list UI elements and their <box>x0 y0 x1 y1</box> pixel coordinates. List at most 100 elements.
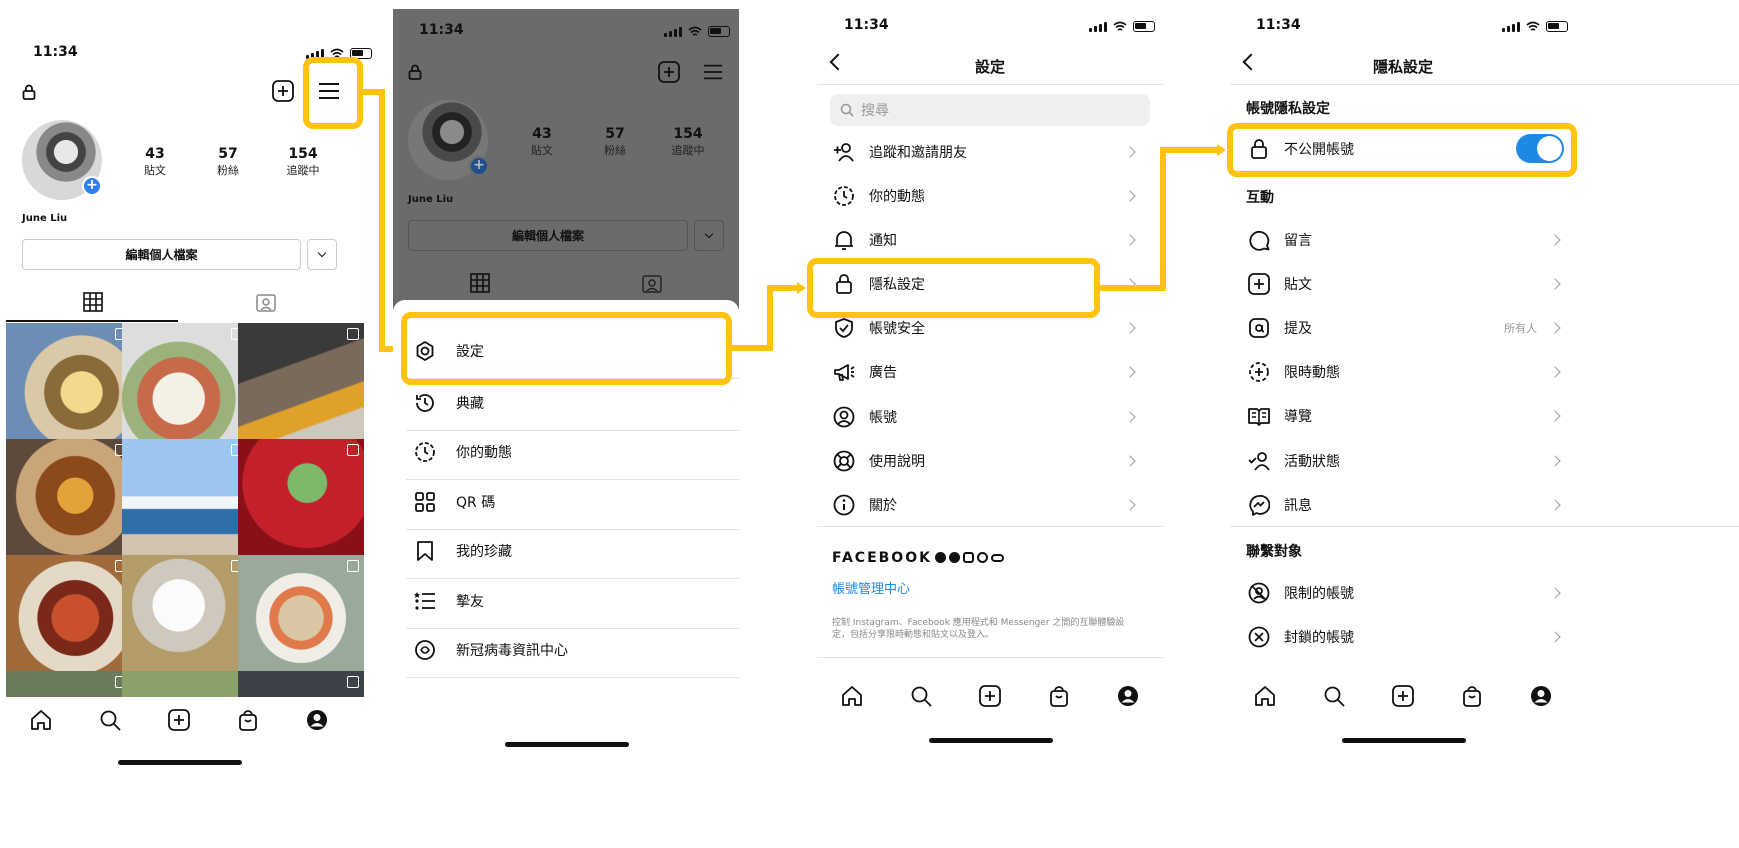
photo-thumbnail[interactable] <box>238 323 364 449</box>
photo-thumbnail[interactable] <box>122 323 248 449</box>
new-post-icon[interactable] <box>168 709 190 731</box>
settings-item-security[interactable]: 帳號安全 <box>831 303 1148 352</box>
home-indicator <box>1342 738 1466 743</box>
privacy-item-story[interactable]: 限時動態 <box>1246 347 1739 396</box>
chevron-right-icon <box>1124 233 1136 246</box>
settings-item-notifications[interactable]: 通知 <box>831 215 1148 264</box>
posts-label: 貼文 <box>531 144 553 157</box>
chevron-right-icon <box>1124 321 1136 334</box>
followers-label[interactable]: 粉絲 <box>198 162 258 178</box>
photo-thumbnail[interactable] <box>238 439 364 565</box>
tagged-tab-icon[interactable] <box>256 292 276 312</box>
edit-profile-button[interactable]: 編輯個人檔案 <box>22 239 301 270</box>
settings-item-label: 帳號安全 <box>869 320 925 337</box>
privacy-item-mentions[interactable]: 提及 所有人 <box>1246 303 1739 352</box>
profile-icon[interactable] <box>306 709 328 731</box>
photo-thumbnail[interactable] <box>6 439 132 565</box>
menu-item-archive[interactable]: 典藏 <box>406 376 739 431</box>
settings-item-account[interactable]: 帳號 <box>831 392 1148 441</box>
settings-item-ads[interactable]: 廣告 <box>831 347 1148 396</box>
shop-icon[interactable] <box>1048 685 1070 707</box>
home-indicator <box>929 738 1053 743</box>
settings-item-label: 帳號 <box>869 409 897 426</box>
suggestions-dropdown-button[interactable] <box>307 239 337 270</box>
profile-name: June Liu <box>22 213 68 224</box>
followers-count[interactable]: 57 <box>198 146 258 162</box>
section-header-interactions: 互動 <box>1246 190 1274 206</box>
wifi-icon <box>1113 21 1127 31</box>
chevron-right-icon <box>1549 630 1561 643</box>
photo-thumbnail[interactable] <box>122 555 248 681</box>
accounts-center-link[interactable]: 帳號管理中心 <box>832 578 910 597</box>
following-count[interactable]: 154 <box>271 146 335 162</box>
privacy-item-posts[interactable]: 貼文 <box>1246 259 1739 308</box>
oculus-icon <box>991 554 1004 562</box>
photo-thumbnail[interactable] <box>122 671 248 697</box>
photo-thumbnail[interactable] <box>238 671 364 697</box>
search-icon[interactable] <box>99 709 121 731</box>
hamburger-menu-icon <box>703 64 723 80</box>
chevron-right-icon <box>1549 454 1561 467</box>
home-icon[interactable] <box>841 685 863 707</box>
wifi-icon <box>688 26 702 36</box>
bottom-tab-bar <box>1230 676 1576 716</box>
menu-item-label: QR 碼 <box>456 495 496 511</box>
bell-icon <box>835 230 853 250</box>
privacy-item-label: 留言 <box>1284 232 1312 249</box>
shop-icon[interactable] <box>1461 685 1483 707</box>
new-post-icon[interactable] <box>272 80 294 102</box>
settings-item-label: 通知 <box>869 232 897 249</box>
profile-name: June Liu <box>408 194 454 205</box>
settings-item-follow-invite[interactable]: 追蹤和邀請朋友 <box>831 127 1148 176</box>
privacy-item-label: 貼文 <box>1284 276 1312 293</box>
edit-profile-button: 編輯個人檔案 <box>408 220 688 251</box>
shop-icon[interactable] <box>237 709 259 731</box>
privacy-item-messages[interactable]: 訊息 <box>1246 480 1739 529</box>
privacy-item-label: 提及 <box>1284 320 1312 337</box>
photo-thumbnail[interactable] <box>6 323 132 449</box>
accounts-center-description-line: 控制 Instagram、Facebook 應用程式和 Messenger 之間… <box>832 618 1125 628</box>
profile-icon[interactable] <box>1117 685 1139 707</box>
following-label[interactable]: 追蹤中 <box>271 162 335 178</box>
status-time: 11:34 <box>844 17 889 33</box>
privacy-item-blocked[interactable]: 封鎖的帳號 <box>1246 612 1739 661</box>
settings-item-your-activity[interactable]: 你的動態 <box>831 171 1148 220</box>
add-story-icon[interactable]: + <box>82 176 102 196</box>
chevron-right-icon <box>1124 365 1136 378</box>
chevron-right-icon <box>1549 409 1561 422</box>
privacy-item-restricted[interactable]: 限制的帳號 <box>1246 568 1739 617</box>
photo-thumbnail[interactable] <box>6 671 132 697</box>
settings-item-help[interactable]: 使用說明 <box>831 436 1148 485</box>
home-icon[interactable] <box>30 709 52 731</box>
accounts-center-description: 控制 Instagram、Facebook 應用程式和 Messenger 之間… <box>832 617 1124 641</box>
photo-thumbnail[interactable] <box>6 555 132 681</box>
privacy-item-guides[interactable]: 導覽 <box>1246 391 1739 440</box>
settings-item-about[interactable]: 關於 <box>831 480 1148 529</box>
menu-item-close-friends[interactable]: 摯友 <box>406 574 739 629</box>
page-title: 隱私設定 <box>1372 58 1433 76</box>
qr-code-icon <box>415 492 435 512</box>
home-indicator <box>118 760 242 765</box>
search-icon[interactable] <box>910 685 932 707</box>
new-post-icon[interactable] <box>979 685 1001 707</box>
back-icon[interactable] <box>1242 53 1260 71</box>
menu-item-saved[interactable]: 我的珍藏 <box>406 524 739 579</box>
privacy-item-label: 訊息 <box>1284 497 1312 514</box>
menu-item-your-activity[interactable]: 你的動態 <box>406 425 739 480</box>
photo-thumbnail[interactable] <box>238 555 364 681</box>
privacy-item-activity-status[interactable]: 活動狀態 <box>1246 436 1739 485</box>
home-icon[interactable] <box>1254 685 1276 707</box>
search-icon[interactable] <box>1323 685 1345 707</box>
bottom-tab-bar <box>6 700 352 740</box>
grid-tab-icon[interactable] <box>83 292 103 312</box>
menu-item-covid-info[interactable]: 新冠病毒資訊中心 <box>406 623 739 678</box>
menu-item-qr-code[interactable]: QR 碼 <box>406 475 739 530</box>
tagged-tab-icon <box>642 275 662 293</box>
new-post-icon[interactable] <box>1392 685 1414 707</box>
profile-icon[interactable] <box>1530 685 1552 707</box>
back-icon[interactable] <box>829 53 847 71</box>
story-icon <box>1249 361 1269 382</box>
privacy-item-comments[interactable]: 留言 <box>1246 215 1739 264</box>
search-input[interactable]: 搜尋 <box>830 94 1150 126</box>
photo-thumbnail[interactable] <box>122 439 248 565</box>
